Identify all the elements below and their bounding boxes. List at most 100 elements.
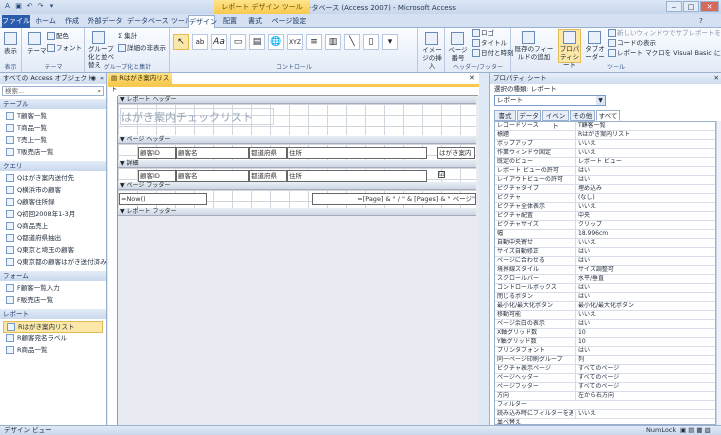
section-page-footer[interactable]: ▼ ページ フッター bbox=[118, 182, 478, 190]
date-time-button[interactable]: 日付と時刻 bbox=[472, 49, 514, 58]
property-row[interactable]: 読み込み時にフィルターを適用 いいえ bbox=[495, 410, 715, 419]
property-value[interactable]: いいえ bbox=[575, 239, 713, 247]
nav-list-item[interactable]: Q東京と埼玉の顧客 bbox=[6, 245, 74, 255]
property-row[interactable]: コントロールボックス はい bbox=[495, 284, 715, 293]
nav-list-item[interactable]: Q商品売上 bbox=[6, 221, 48, 231]
property-scrollbar[interactable] bbox=[716, 121, 721, 425]
close-button[interactable]: ✕ bbox=[700, 1, 719, 12]
property-value[interactable]: いいえ bbox=[575, 149, 713, 157]
help-icon[interactable]: ? bbox=[696, 15, 706, 28]
nav-list-item[interactable]: Q東京都の顧客はがき送付済み bbox=[6, 257, 107, 267]
view-code-button[interactable]: コードの表示 bbox=[608, 39, 656, 48]
nav-section-header[interactable]: テーブル bbox=[0, 99, 106, 109]
header-label-postcard[interactable]: はがき案内 bbox=[437, 147, 475, 159]
property-row[interactable]: 方向 左から右方向 bbox=[495, 392, 715, 401]
property-value[interactable]: いいえ bbox=[575, 140, 713, 148]
nav-list-item[interactable]: T販売店一覧 bbox=[6, 147, 53, 157]
colors-button[interactable]: 配色 bbox=[47, 32, 69, 41]
property-row[interactable]: ページフッター すべてのページ bbox=[495, 383, 715, 392]
section-page-header[interactable]: ▼ ページ ヘッダー bbox=[118, 136, 478, 144]
property-value[interactable]: いいえ bbox=[575, 410, 713, 418]
property-value[interactable]: 最小化/最大化ボタン bbox=[575, 302, 713, 310]
fonts-button[interactable]: フォント bbox=[47, 44, 82, 53]
property-value[interactable]: 中央 bbox=[575, 212, 713, 220]
property-row[interactable]: ピクチャサイズ クリップ bbox=[495, 221, 715, 230]
property-row[interactable]: 標題 Rはがき案内リスト bbox=[495, 131, 715, 140]
tab-file[interactable]: ファイル bbox=[2, 15, 30, 28]
add-fields-button[interactable]: 既存のフィールドの追加 bbox=[514, 45, 554, 61]
search-icon[interactable]: ⌕ bbox=[97, 87, 101, 95]
design-scrollbar[interactable] bbox=[476, 96, 479, 425]
property-row[interactable]: 閉じるボタン はい bbox=[495, 293, 715, 302]
property-row[interactable]: 最小化/最大化ボタン 最小化/最大化ボタン bbox=[495, 302, 715, 311]
controls-more-icon[interactable]: ▾ bbox=[382, 34, 398, 50]
nav-list-item[interactable]: Qはがき案内送付先 bbox=[6, 173, 74, 183]
property-value[interactable]: 18.996cm bbox=[575, 230, 713, 238]
property-value[interactable]: 水平/垂直 bbox=[575, 275, 713, 283]
property-value[interactable]: すべてのページ bbox=[575, 365, 713, 373]
chart-control-icon[interactable]: ▥ bbox=[325, 34, 341, 50]
nav-list-item[interactable]: Rはがき案内リスト bbox=[3, 321, 103, 333]
property-row[interactable]: サイズ自動修正 はい bbox=[495, 248, 715, 257]
property-row[interactable]: 移動可能 いいえ bbox=[495, 311, 715, 320]
header-label-prefecture[interactable]: 都道府県 bbox=[249, 147, 287, 159]
property-row[interactable]: プリンタフォント はい bbox=[495, 347, 715, 356]
selection-dropdown[interactable]: レポート ▼ bbox=[494, 95, 606, 106]
property-value[interactable]: はい bbox=[575, 284, 713, 292]
totals-button[interactable]: Σ 集計 bbox=[118, 32, 137, 41]
document-close-icon[interactable]: ✕ bbox=[469, 74, 475, 82]
prop-tab-data[interactable]: データ bbox=[517, 110, 541, 121]
nav-dropdown-icon[interactable]: ◉ bbox=[90, 73, 96, 84]
header-label-customer-name[interactable]: 顧客名 bbox=[176, 147, 249, 159]
tab-order-button[interactable]: タブオーダー bbox=[584, 45, 606, 61]
maximize-button[interactable]: □ bbox=[683, 1, 699, 12]
property-row[interactable]: ピクチャ表示ページ すべてのページ bbox=[495, 365, 715, 374]
property-row[interactable]: ピクチャ (なし) bbox=[495, 194, 715, 203]
nav-list-item[interactable]: Q顧客住所録 bbox=[6, 197, 55, 207]
nav-list-item[interactable]: T商品一覧 bbox=[6, 123, 47, 133]
property-row[interactable]: レイアウトビューの許可 はい bbox=[495, 176, 715, 185]
line-control-icon[interactable]: ╲ bbox=[344, 34, 360, 50]
property-row[interactable]: スクロールバー 水平/垂直 bbox=[495, 275, 715, 284]
property-close-icon[interactable]: ✕ bbox=[714, 73, 719, 84]
property-value[interactable]: はい bbox=[575, 167, 713, 175]
prop-tab-format[interactable]: 書式 bbox=[494, 110, 516, 121]
tab-home[interactable]: ホーム bbox=[33, 15, 58, 28]
field-customer-id[interactable]: 顧客ID bbox=[138, 170, 176, 182]
select-pointer-icon[interactable]: ↖ bbox=[173, 34, 189, 50]
textbox-control-icon[interactable]: ab bbox=[192, 34, 208, 50]
label-control-icon[interactable]: Aa bbox=[211, 34, 227, 50]
header-label-address[interactable]: 住所 bbox=[287, 147, 427, 159]
property-value[interactable]: T顧客一覧 bbox=[575, 122, 713, 130]
footer-now-field[interactable]: =Now() bbox=[119, 193, 207, 205]
theme-button[interactable]: テーマ bbox=[27, 47, 47, 56]
tab-external-data[interactable]: 外部データ bbox=[87, 15, 123, 28]
property-value[interactable]: はい bbox=[575, 248, 713, 256]
section-report-footer[interactable]: ▼ レポート フッター bbox=[118, 208, 478, 216]
logo-button[interactable]: ロゴ bbox=[472, 29, 494, 38]
convert-macros-button[interactable]: レポート マクロを Visual Basic に変換 bbox=[608, 49, 721, 58]
insert-image-button[interactable]: イメージの挿入 bbox=[420, 46, 444, 70]
view-button[interactable]: 表示 bbox=[4, 47, 17, 56]
property-row[interactable]: ページ余白の表示 はい bbox=[495, 320, 715, 329]
tab-format[interactable]: 書式 bbox=[245, 15, 265, 28]
property-row[interactable]: レポート ビューの許可 はい bbox=[495, 167, 715, 176]
chevron-down-icon[interactable]: ▼ bbox=[596, 96, 605, 105]
property-value[interactable]: すべてのページ bbox=[575, 383, 713, 391]
nav-list-item[interactable]: Q初回2008年1-3月 bbox=[6, 209, 75, 219]
field-prefecture[interactable]: 都道府県 bbox=[249, 170, 287, 182]
tab-page-setup[interactable]: ページ設定 bbox=[271, 15, 307, 28]
property-value[interactable]: すべてのページ bbox=[575, 374, 713, 382]
footer-page-field[interactable]: =[Page] & " / " & [Pages] & " ページ" bbox=[312, 193, 476, 205]
header-label-customer-id[interactable]: 顧客ID bbox=[138, 147, 176, 159]
prop-tab-other[interactable]: その他 bbox=[570, 110, 595, 121]
nav-section-header[interactable]: レポート bbox=[0, 309, 106, 319]
property-row[interactable]: 自動中央寄せ いいえ bbox=[495, 239, 715, 248]
property-value[interactable]: はい bbox=[575, 320, 713, 328]
section-detail[interactable]: ▼ 詳細 bbox=[118, 160, 478, 168]
property-row[interactable]: X軸グリッド数 10 bbox=[495, 329, 715, 338]
rectangle-control-icon[interactable]: ▯ bbox=[363, 34, 379, 50]
property-row[interactable]: レコードソース T顧客一覧 bbox=[495, 122, 715, 131]
nav-list-item[interactable]: Q都道府県抽出 bbox=[6, 233, 61, 243]
field-address[interactable]: 住所 bbox=[287, 170, 427, 182]
